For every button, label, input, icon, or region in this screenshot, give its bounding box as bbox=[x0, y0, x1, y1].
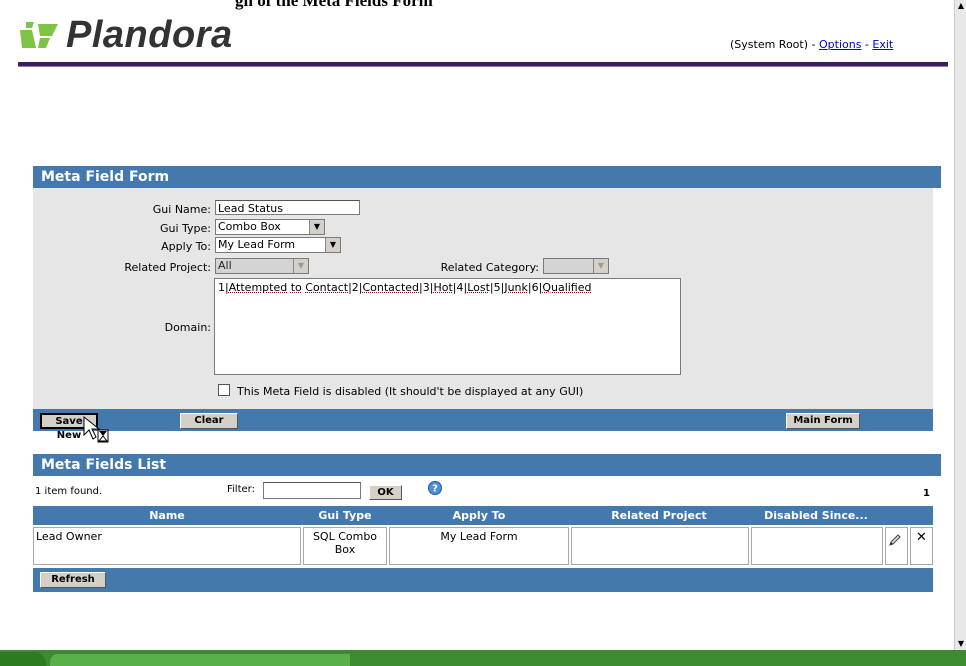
logo-icon bbox=[18, 20, 60, 52]
domain-part: to bbox=[291, 281, 302, 294]
hourglass-cursor-icon bbox=[82, 415, 112, 445]
main-form-button[interactable]: Main Form bbox=[786, 413, 860, 429]
chevron-down-icon[interactable]: ▼ bbox=[293, 259, 308, 273]
domain-part: Attempted bbox=[229, 281, 288, 294]
related-project-select[interactable]: All ▼ bbox=[215, 258, 309, 274]
gui-name-input[interactable]: Lead Status bbox=[215, 200, 360, 215]
domain-part: |5| bbox=[490, 281, 504, 294]
gui-type-label: Gui Type: bbox=[33, 222, 211, 235]
domain-textarea[interactable]: 1|Attempted to Contact|2|Contacted|3|Hot… bbox=[214, 278, 681, 375]
taskbar-segment bbox=[50, 654, 350, 666]
related-project-value: All bbox=[218, 259, 232, 273]
page-number[interactable]: 1 bbox=[923, 488, 930, 499]
cell-disabled-since bbox=[751, 527, 883, 565]
apply-to-select[interactable]: My Lead Form ▼ bbox=[215, 237, 341, 253]
items-found-text: 1 item found. bbox=[35, 486, 102, 497]
context-label: (System Root) - bbox=[730, 38, 819, 51]
apply-to-label: Apply To: bbox=[33, 240, 211, 253]
svg-text:?: ? bbox=[432, 484, 438, 495]
logo-text: Plandora bbox=[66, 14, 233, 57]
scroll-down-icon[interactable]: ▼ bbox=[957, 640, 965, 648]
col-header-edit bbox=[883, 506, 909, 525]
delete-x-icon[interactable]: ✕ bbox=[916, 530, 927, 545]
domain-part: |4| bbox=[453, 281, 467, 294]
related-project-label: Related Project: bbox=[33, 261, 211, 274]
list-button-bar: Refresh bbox=[33, 568, 933, 592]
col-header-disabled-since[interactable]: Disabled Since... bbox=[749, 506, 884, 525]
options-link[interactable]: Options bbox=[819, 38, 861, 51]
scroll-up-icon[interactable]: ▲ bbox=[957, 2, 965, 10]
header-user-links: (System Root) - Options - Exit bbox=[730, 38, 893, 51]
domain-part: |2| bbox=[348, 281, 362, 294]
cut-off-heading: gn of the Meta Fields Form bbox=[235, 0, 433, 11]
chevron-down-icon[interactable]: ▼ bbox=[593, 259, 608, 273]
help-icon[interactable]: ? bbox=[428, 481, 442, 495]
filter-label: Filter: bbox=[227, 484, 255, 495]
domain-part: Hot bbox=[433, 281, 452, 294]
list-toolbar: 1 item found. Filter: OK ? 1 bbox=[33, 476, 933, 504]
form-title: Meta Field Form bbox=[33, 166, 941, 188]
gui-name-label: Gui Name: bbox=[33, 203, 211, 216]
col-header-gui-type[interactable]: Gui Type bbox=[301, 506, 390, 525]
meta-fields-list: Meta Fields List 1 item found. Filter: O… bbox=[33, 454, 933, 592]
link-separator: - bbox=[861, 38, 872, 51]
cell-apply-to: My Lead Form bbox=[389, 527, 569, 565]
col-header-related-project[interactable]: Related Project bbox=[569, 506, 750, 525]
domain-part: Contacted bbox=[362, 281, 419, 294]
disabled-checkbox-label: This Meta Field is disabled (It should't… bbox=[237, 385, 583, 398]
domain-part: |3| bbox=[419, 281, 433, 294]
plandora-logo: Plandora bbox=[18, 14, 233, 57]
cell-gui-type: SQL Combo Box bbox=[303, 527, 387, 565]
domain-label: Domain: bbox=[33, 321, 211, 334]
domain-part: Junk bbox=[504, 281, 528, 294]
vertical-scrollbar[interactable]: ▲ ▼ bbox=[954, 0, 966, 650]
apply-to-value: My Lead Form bbox=[218, 238, 295, 252]
col-header-apply-to[interactable]: Apply To bbox=[389, 506, 570, 525]
taskbar bbox=[0, 650, 966, 666]
domain-part: Contact bbox=[305, 281, 348, 294]
header-divider-shadow bbox=[18, 66, 948, 67]
form-button-bar: Save New Clear Main Form bbox=[33, 409, 933, 431]
domain-part: Qualified bbox=[542, 281, 591, 294]
edit-pencil-icon[interactable] bbox=[888, 533, 902, 547]
cell-delete: ✕ bbox=[910, 527, 933, 565]
filter-input[interactable] bbox=[263, 482, 361, 499]
cell-name: Lead Owner bbox=[33, 527, 301, 565]
filter-ok-button[interactable]: OK bbox=[369, 485, 402, 500]
col-header-delete bbox=[908, 506, 933, 525]
cell-related-project bbox=[571, 527, 749, 565]
gui-type-select[interactable]: Combo Box ▼ bbox=[215, 219, 325, 235]
domain-part: |6| bbox=[528, 281, 542, 294]
refresh-button[interactable]: Refresh bbox=[40, 572, 106, 588]
meta-field-form: Meta Field Form Gui Name: Lead Status Gu… bbox=[33, 166, 933, 422]
list-title: Meta Fields List bbox=[33, 454, 941, 476]
exit-link[interactable]: Exit bbox=[872, 38, 893, 51]
gui-type-value: Combo Box bbox=[218, 220, 281, 234]
domain-part: Lost bbox=[467, 281, 490, 294]
cell-edit bbox=[885, 527, 908, 565]
chevron-down-icon[interactable]: ▼ bbox=[309, 220, 324, 234]
related-category-label: Related Category: bbox=[393, 261, 539, 274]
clear-button[interactable]: Clear bbox=[180, 413, 238, 429]
domain-part: 1| bbox=[218, 281, 229, 294]
table-row: Lead Owner SQL Combo Box My Lead Form ✕ bbox=[33, 527, 933, 565]
disabled-checkbox[interactable] bbox=[218, 384, 230, 396]
start-button[interactable] bbox=[0, 652, 46, 666]
col-header-name[interactable]: Name bbox=[33, 506, 302, 525]
related-category-select[interactable]: ▼ bbox=[543, 258, 609, 274]
chevron-down-icon[interactable]: ▼ bbox=[325, 238, 340, 252]
list-header-row: Name Gui Type Apply To Related Project D… bbox=[33, 506, 933, 525]
